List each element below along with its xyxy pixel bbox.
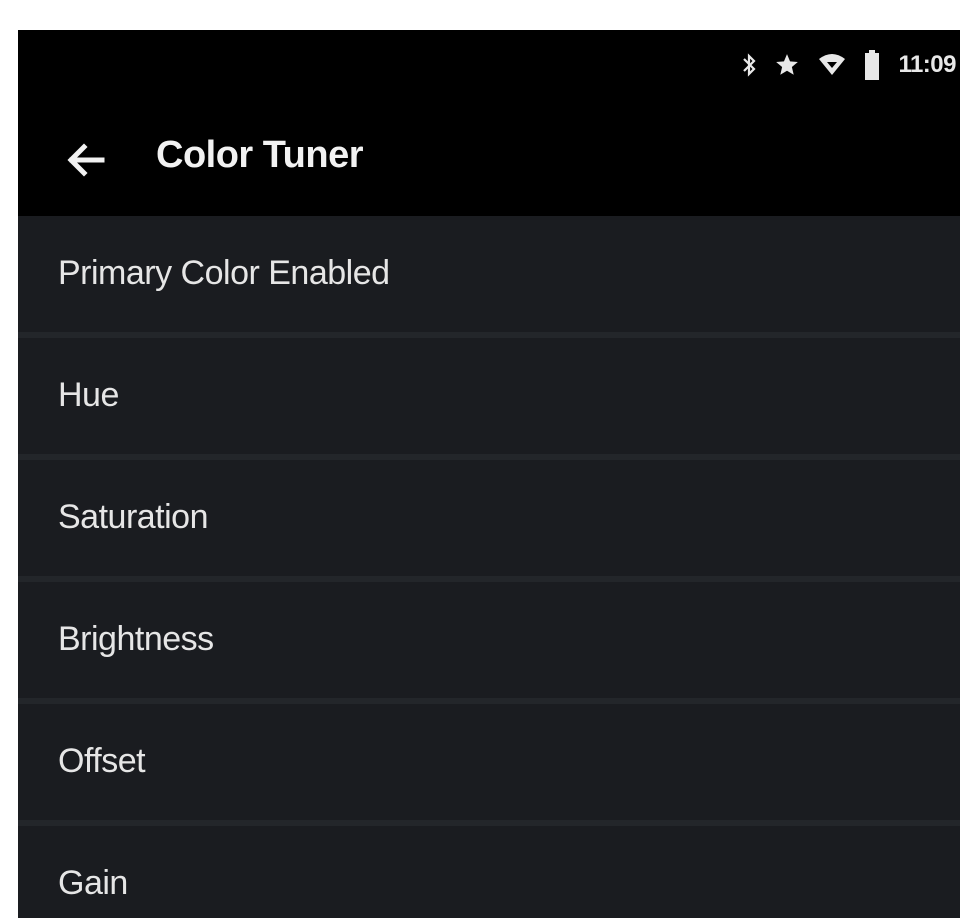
settings-list: Primary Color Enabled Hue Saturation Bri… <box>18 216 960 918</box>
settings-item-brightness[interactable]: Brightness <box>18 582 960 704</box>
settings-item-label: Primary Color Enabled <box>58 254 390 292</box>
status-bar: 11:09 <box>18 30 960 106</box>
status-time: 11:09 <box>898 51 956 78</box>
page-title: Color Tuner <box>156 134 364 176</box>
settings-item-label: Offset <box>58 742 146 780</box>
settings-item-label: Brightness <box>58 620 214 658</box>
app-bar: Color Tuner <box>18 106 960 214</box>
wifi-icon <box>818 53 846 77</box>
settings-item-saturation[interactable]: Saturation <box>18 460 960 582</box>
bluetooth-icon <box>742 52 756 78</box>
arrow-left-icon <box>66 142 106 182</box>
battery-icon <box>864 50 880 80</box>
device-screen: 11:09 Color Tuner Primary Color Enabled … <box>18 30 960 918</box>
settings-item-hue[interactable]: Hue <box>18 338 960 460</box>
settings-item-label: Saturation <box>58 498 209 536</box>
status-icons: 11:09 <box>742 50 956 80</box>
settings-item-primary-color-enabled[interactable]: Primary Color Enabled <box>18 216 960 338</box>
star-icon <box>774 52 800 78</box>
settings-item-gain[interactable]: Gain <box>18 826 960 918</box>
settings-item-label: Hue <box>58 376 119 414</box>
back-button[interactable] <box>60 136 112 188</box>
settings-item-label: Gain <box>58 864 128 902</box>
settings-item-offset[interactable]: Offset <box>18 704 960 826</box>
